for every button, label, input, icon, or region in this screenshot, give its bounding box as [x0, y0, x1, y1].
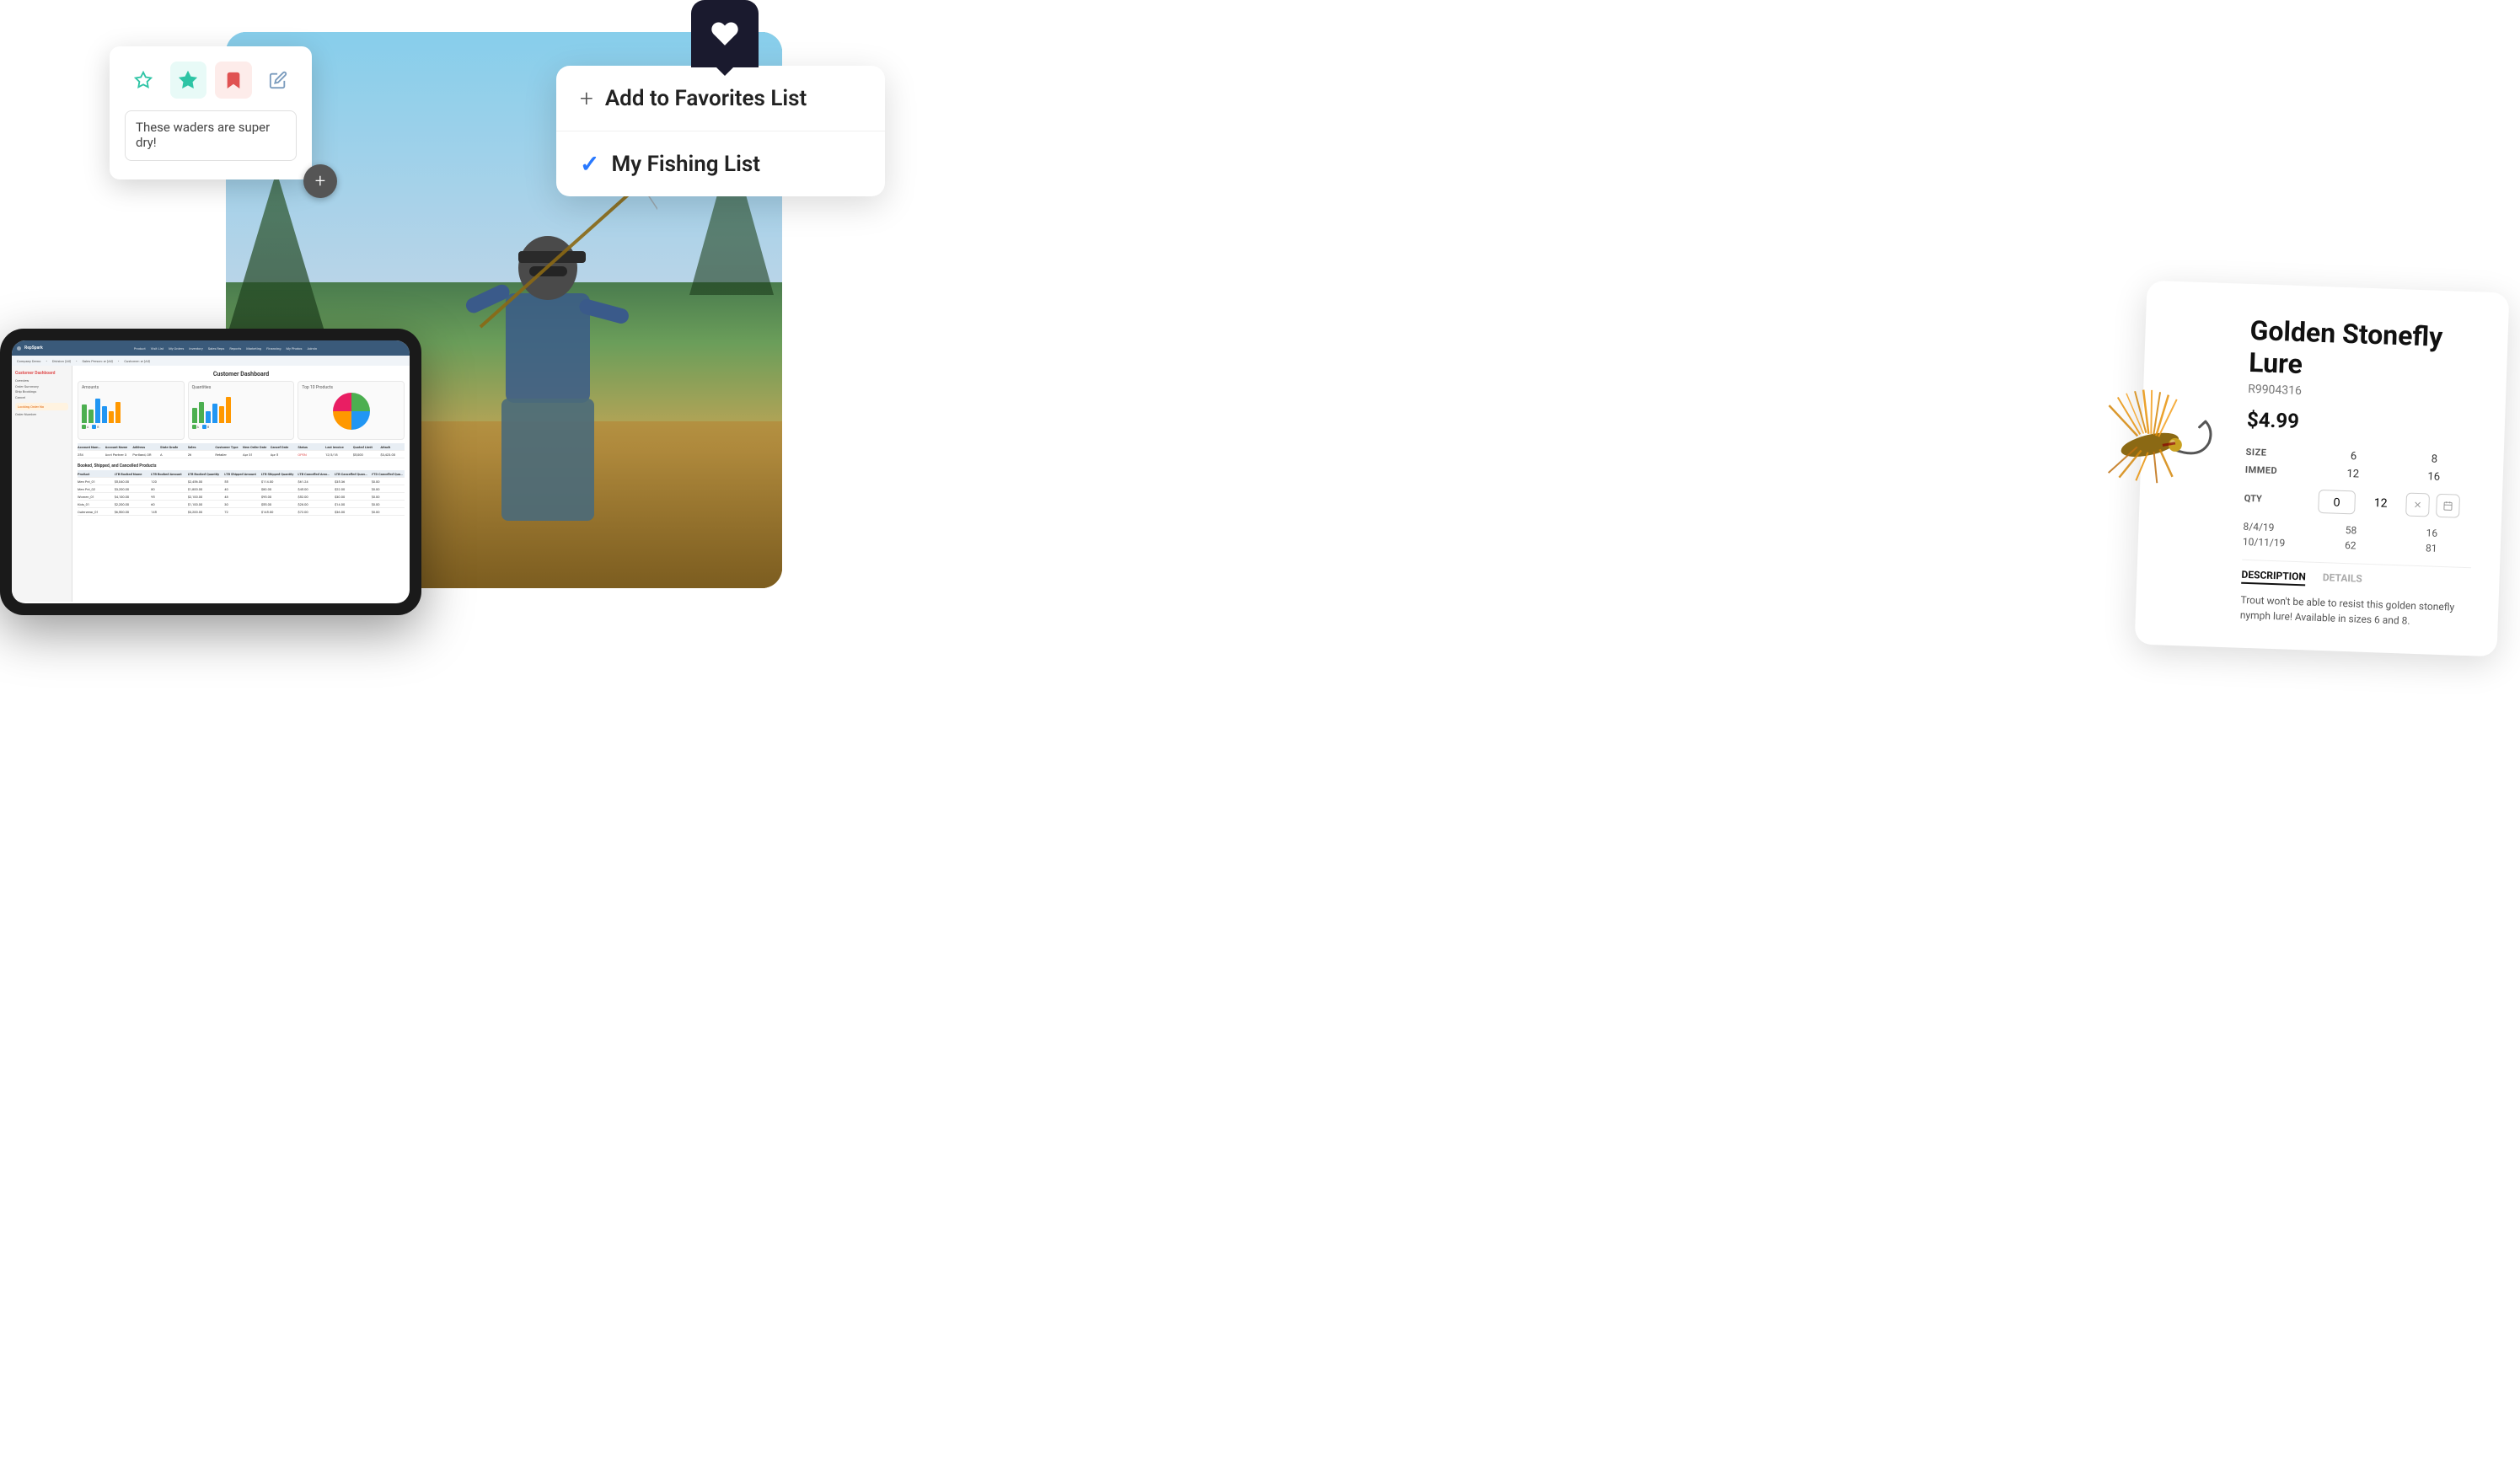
sidebar-item: Ship Bookings: [15, 389, 68, 394]
tablet-device: RepSpark Product Visit List My Orders In…: [0, 329, 421, 615]
section-header: Booked, Shipped, and Cancelled Products: [78, 463, 405, 469]
checkmark-icon: ✓: [580, 150, 599, 178]
tablet-top-bar: RepSpark Product Visit List My Orders In…: [12, 340, 410, 356]
qty-input-6[interactable]: [2318, 490, 2356, 515]
sidebar-customer-dashboard: Customer Dashboard: [15, 371, 68, 376]
product-row: Kids_01 $2,200.00 60 $1,100.00 30 $55.00…: [78, 501, 405, 508]
product-size-grid: SIZE 6 8 IMMED 12 16: [2245, 447, 2475, 485]
tnav-item: Marketing: [246, 346, 261, 351]
quantities-chart: Quantities A B: [188, 381, 295, 440]
top-products-chart: Top 10 Products: [298, 381, 405, 440]
lure-illustration: [2072, 379, 2244, 495]
tnav-item: Admin: [307, 346, 317, 351]
sidebar-highlight: Looking Order No: [15, 403, 68, 410]
tnav-item: Financing: [266, 346, 281, 351]
bookmark-icon[interactable]: [215, 62, 252, 99]
size-label: SIZE: [2245, 447, 2313, 462]
star-filled-icon[interactable]: [170, 62, 207, 99]
product-card: Golden Stonefly Lure R9904316 $4.99 SIZE…: [2135, 281, 2510, 657]
add-annotation-button[interactable]: +: [303, 164, 337, 198]
products-table-header: Product LTB Booked Name LTB Booked Amoun…: [78, 470, 405, 478]
annotation-icon-bar: [125, 62, 297, 99]
annotation-text-input[interactable]: These waders are super dry!: [125, 110, 297, 161]
product-description: Trout won't be able to resist this golde…: [2240, 592, 2470, 630]
product-title: Golden Stonefly Lure: [2249, 314, 2480, 387]
tnav-item: My Orders: [169, 346, 184, 351]
add-to-favorites-label: Add to Favorites List: [605, 86, 807, 111]
history-val-2b: 81: [2391, 541, 2472, 555]
tab-description[interactable]: DESCRIPTION: [2241, 569, 2306, 587]
qty-val-12: 12: [2362, 495, 2399, 511]
my-fishing-list-row[interactable]: ✓ My Fishing List: [556, 131, 885, 196]
immed-12: 12: [2313, 466, 2394, 481]
edit-icon[interactable]: [260, 62, 298, 99]
annotation-widget: These waders are super dry!: [110, 46, 312, 179]
history-val-1b: 16: [2391, 526, 2472, 540]
history-date-2: 10/11/19: [2243, 536, 2310, 550]
product-tabs: DESCRIPTION DETAILS: [2241, 560, 2471, 592]
sidebar-item: Order Number: [15, 412, 68, 416]
sidebar-item: Cancel: [15, 395, 68, 399]
tablet-body: Customer Dashboard Overview Order Summar…: [12, 366, 410, 602]
favorites-dropdown: + Add to Favorites List ✓ My Fishing Lis…: [556, 66, 885, 196]
sidebar-item: Overview: [15, 378, 68, 383]
size-8: 8: [2394, 452, 2474, 467]
tnav-item: Sales Reps: [208, 346, 225, 351]
qty-clear-button[interactable]: [2405, 492, 2430, 517]
fisherman-silhouette: [438, 167, 657, 521]
tablet-logo: RepSpark: [24, 345, 43, 351]
product-price: $4.99: [2246, 408, 2476, 439]
tnav-item: Visit List: [151, 346, 164, 351]
add-plus-icon: +: [580, 84, 593, 112]
fishing-list-label: My Fishing List: [611, 152, 760, 177]
dashboard-title: Customer Dashboard: [78, 371, 405, 378]
qty-row: QTY 12: [2244, 487, 2474, 518]
tab-details[interactable]: DETAILS: [2323, 571, 2363, 588]
product-row: Men Pct_01 $5,040.00 120 $2,456.00 55 $1…: [78, 478, 405, 485]
data-table: Account Number Account Name Address Stat…: [78, 443, 405, 516]
charts-row: Amounts A B: [78, 381, 405, 440]
qty-label: QTY: [2244, 493, 2311, 506]
sidebar-item: Order Summary: [15, 384, 68, 388]
history-val-2a: 62: [2310, 538, 2391, 552]
history-date-1: 8/4/19: [2243, 521, 2310, 535]
table-header: Account Number Account Name Address Stat…: [78, 443, 405, 451]
star-outline-icon[interactable]: [125, 62, 162, 99]
tablet-main-content: Customer Dashboard Amounts: [72, 366, 410, 602]
product-row: Women_01 $4,100.00 95 $2,100.00 48 $95.0…: [78, 493, 405, 501]
immed-16: 16: [2393, 469, 2474, 485]
favorites-heart-button[interactable]: [691, 0, 759, 67]
product-row: Men Pct_02 $3,200.00 80 $1,800.00 40 $80…: [78, 485, 405, 493]
quantities-bars: [192, 393, 291, 423]
filter-bar: Company Demo•Division (All)•Sales Person…: [12, 356, 410, 366]
table-row: 254 Acct Partner 3 Portland, OR A 26 Ret…: [78, 451, 405, 458]
product-row: Outerwear_01 $6,500.00 145 $3,200.00 72 …: [78, 508, 405, 516]
amounts-bars: [82, 393, 180, 423]
heart-icon: [710, 19, 740, 49]
size-6: 6: [2313, 448, 2394, 463]
tablet-screen: RepSpark Product Visit List My Orders In…: [12, 340, 410, 603]
amounts-chart: Amounts A B: [78, 381, 185, 440]
tnav-item: Inventory: [189, 346, 202, 351]
immed-label: IMMED: [2245, 464, 2313, 479]
history-val-1a: 58: [2310, 522, 2391, 537]
tnav-item: Reports: [229, 346, 241, 351]
tablet-sidebar: Customer Dashboard Overview Order Summar…: [12, 366, 72, 602]
tnav-item: Product: [134, 346, 146, 351]
product-image: [2072, 379, 2244, 495]
donut-chart: [333, 393, 370, 430]
tnav-item: My Photos: [286, 346, 302, 351]
qty-calendar-button[interactable]: [2436, 494, 2460, 518]
